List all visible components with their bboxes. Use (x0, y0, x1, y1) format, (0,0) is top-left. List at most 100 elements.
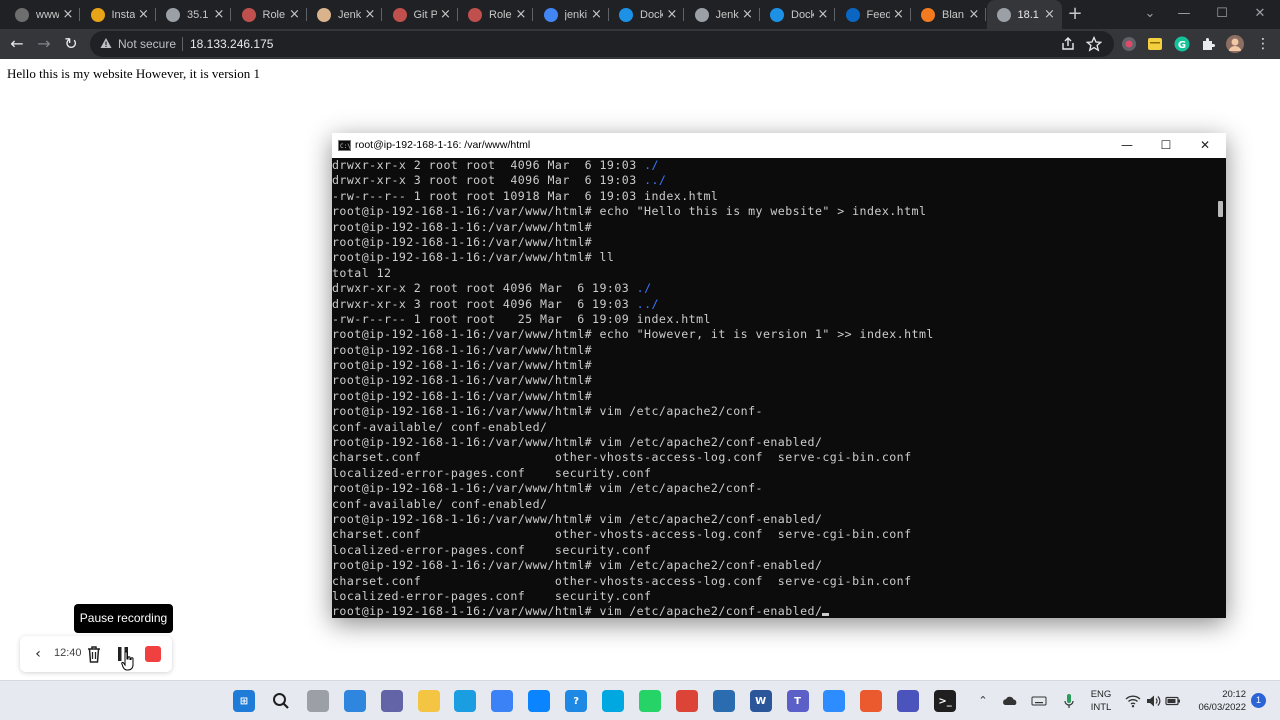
url-input[interactable] (190, 34, 790, 54)
terminal-close-icon[interactable]: ✕ (1186, 133, 1224, 158)
tab-title: Insta (111, 8, 135, 21)
system-clock[interactable]: 20:12 06/03/2022 (1190, 688, 1246, 714)
terminal-maximize-icon[interactable]: ☐ (1147, 133, 1185, 158)
browser-tab[interactable]: Blan × (911, 0, 986, 29)
onedrive-icon[interactable] (1002, 693, 1018, 709)
browser-tab[interactable]: Git P × (383, 0, 458, 29)
stop-recording-icon[interactable] (145, 646, 161, 662)
browser-tab[interactable]: Role × (232, 0, 307, 29)
close-tab-icon[interactable]: × (968, 7, 980, 22)
close-tab-icon[interactable]: × (742, 7, 754, 22)
terminal-line: root@ip-192-168-1-16:/var/www/html# (332, 343, 1212, 358)
close-tab-icon[interactable]: × (1044, 7, 1056, 22)
share-icon[interactable] (1060, 36, 1076, 52)
tab-title: Feed (866, 8, 890, 21)
browser-tab[interactable]: Dock × (609, 0, 684, 29)
notes-extension-icon[interactable] (1147, 36, 1163, 52)
warning-icon[interactable] (100, 37, 112, 49)
forward-icon[interactable]: → (34, 34, 54, 54)
battery-icon[interactable] (1165, 693, 1181, 709)
terminal-line: root@ip-192-168-1-16:/var/www/html# vim … (332, 404, 1212, 419)
package-icon (90, 7, 105, 22)
minimize-icon[interactable]: — (1164, 0, 1204, 29)
terminal-scrollbar[interactable] (1218, 201, 1223, 217)
close-tab-icon[interactable]: × (440, 7, 452, 22)
chat-icon[interactable] (380, 690, 403, 712)
address-divider (182, 37, 183, 51)
terminal-output[interactable]: drwxr-xr-x 2 root root 4096 Mar 6 19:03 … (332, 158, 1212, 618)
widgets-icon[interactable] (343, 690, 366, 712)
terminal-minimize-icon[interactable]: — (1108, 133, 1146, 158)
new-tab-button[interactable]: + (1064, 3, 1086, 25)
file-explorer-icon[interactable] (417, 690, 440, 712)
browser-tab[interactable]: Dock × (760, 0, 835, 29)
grammarly-icon[interactable]: G (1174, 36, 1190, 52)
close-tab-icon[interactable]: × (62, 7, 74, 22)
browser-tab[interactable]: Jenk × (307, 0, 382, 29)
tab-title: 18.1 (1017, 8, 1039, 21)
browser-tab[interactable]: Role × (458, 0, 533, 29)
address-bar[interactable]: Not secure (90, 31, 1114, 57)
terminal-line: root@ip-192-168-1-16:/var/www/html# (332, 220, 1212, 235)
help-icon[interactable]: ? (565, 690, 588, 712)
extensions-puzzle-icon[interactable] (1200, 36, 1216, 52)
security-status[interactable]: Not secure (118, 37, 176, 51)
show-hidden-icons-chevron-icon[interactable]: ⌃ (975, 693, 991, 709)
delete-recording-icon[interactable] (86, 644, 102, 664)
back-icon[interactable]: ← (7, 34, 27, 54)
close-tab-icon[interactable]: × (893, 7, 905, 22)
browser-menu-icon[interactable]: ⋮ (1253, 34, 1273, 54)
close-tab-icon[interactable]: × (591, 7, 603, 22)
input-language[interactable]: ENG INTL (1086, 688, 1116, 714)
browser-tab[interactable]: 18.1 × (986, 0, 1062, 29)
word-icon[interactable]: W (749, 690, 772, 712)
close-tab-icon[interactable]: × (289, 7, 301, 22)
browser-tab[interactable]: 35.1 × (156, 0, 231, 29)
wifi-icon[interactable] (1125, 693, 1141, 709)
alexa-icon[interactable] (602, 690, 624, 712)
browser-tab[interactable]: Jenk × (685, 0, 760, 29)
browser-tab[interactable]: www × (5, 0, 80, 29)
browser-tab[interactable]: Feed × (836, 0, 911, 29)
profile-avatar-icon[interactable] (1226, 35, 1244, 53)
teams-work-icon[interactable] (897, 690, 920, 712)
notification-badge[interactable]: 1 (1251, 693, 1266, 708)
terminal-line: -rw-r--r-- 1 root root 10918 Mar 6 19:03… (332, 189, 1212, 204)
close-tab-icon[interactable]: × (666, 7, 678, 22)
keyboard-icon[interactable] (1031, 693, 1047, 709)
search-icon[interactable] (269, 690, 292, 712)
maximize-icon[interactable]: ☐ (1202, 0, 1242, 29)
zoom-icon[interactable] (823, 690, 846, 712)
browser-tab[interactable]: jenki × (534, 0, 609, 29)
close-tab-icon[interactable]: × (138, 7, 150, 22)
close-tab-icon[interactable]: × (817, 7, 829, 22)
whatsapp-icon[interactable] (638, 690, 661, 712)
microphone-icon[interactable] (1061, 693, 1077, 709)
edge-dev-icon[interactable] (528, 690, 551, 712)
reload-icon[interactable]: ↻ (61, 34, 81, 54)
office-icon[interactable] (860, 690, 883, 712)
bookmark-star-icon[interactable] (1086, 36, 1102, 52)
edge-icon[interactable] (454, 690, 477, 712)
task-view-icon[interactable] (306, 690, 329, 712)
volume-icon[interactable] (1145, 693, 1161, 709)
snipping-tool-icon[interactable] (712, 690, 735, 712)
close-tab-icon[interactable]: × (364, 7, 376, 22)
close-tab-icon[interactable]: × (515, 7, 527, 22)
terminal-icon[interactable]: >_ (934, 690, 957, 712)
tab-title: Jenk (715, 8, 739, 21)
chrome-icon[interactable] (675, 690, 698, 712)
aws-icon (921, 7, 935, 22)
close-tab-icon[interactable]: × (213, 7, 225, 22)
start-icon[interactable]: ⊞ (233, 690, 255, 712)
terminal-title-bar[interactable]: C:\ root@ip-192-168-1-16: /var/www/html … (332, 133, 1226, 158)
terminal-line-text: charset.conf other-vhosts-access-log.con… (332, 573, 912, 588)
store-icon[interactable] (491, 690, 514, 712)
browser-tab[interactable]: Insta × (81, 0, 156, 29)
close-window-icon[interactable]: ✕ (1240, 0, 1280, 29)
collapse-chevron-icon[interactable]: ‹ (30, 644, 46, 664)
terminal-line-text: drwxr-xr-x 3 root root 4096 Mar 6 19:03 (332, 296, 637, 311)
terminal-window[interactable]: C:\ root@ip-192-168-1-16: /var/www/html … (332, 133, 1226, 618)
record-extension-icon[interactable] (1121, 36, 1137, 52)
teams-icon[interactable]: T (786, 690, 809, 712)
